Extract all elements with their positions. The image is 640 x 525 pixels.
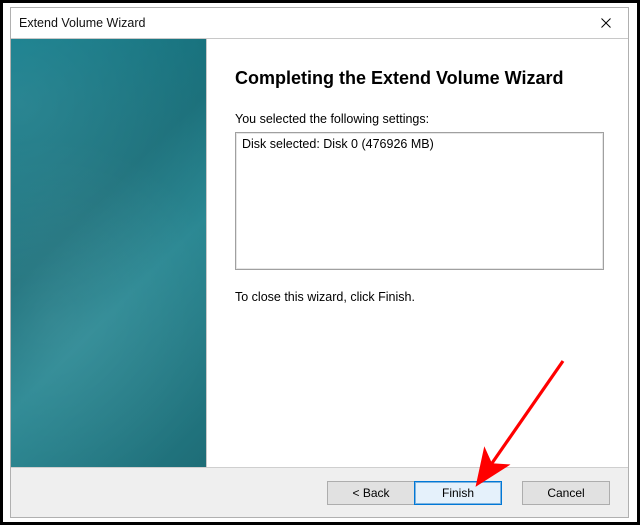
finish-hint: To close this wizard, click Finish.	[235, 290, 604, 304]
finish-button[interactable]: Finish	[414, 481, 502, 505]
cancel-button[interactable]: Cancel	[522, 481, 610, 505]
settings-listbox[interactable]: Disk selected: Disk 0 (476926 MB)	[235, 132, 604, 270]
settings-lead: You selected the following settings:	[235, 112, 604, 126]
wizard-window: Extend Volume Wizard Completing the Exte…	[10, 7, 629, 518]
close-icon	[601, 18, 611, 28]
window-title: Extend Volume Wizard	[19, 16, 145, 30]
wizard-heading: Completing the Extend Volume Wizard	[235, 67, 604, 90]
wizard-sidebar-graphic	[11, 38, 207, 467]
wizard-body: Completing the Extend Volume Wizard You …	[11, 38, 628, 467]
settings-item: Disk selected: Disk 0 (476926 MB)	[242, 137, 597, 151]
wizard-content: Completing the Extend Volume Wizard You …	[207, 38, 628, 467]
titlebar: Extend Volume Wizard	[11, 8, 628, 38]
wizard-footer: < Back Finish Cancel	[11, 467, 628, 517]
screenshot-frame: Extend Volume Wizard Completing the Exte…	[0, 0, 640, 525]
back-button[interactable]: < Back	[327, 481, 415, 505]
close-button[interactable]	[584, 8, 628, 38]
